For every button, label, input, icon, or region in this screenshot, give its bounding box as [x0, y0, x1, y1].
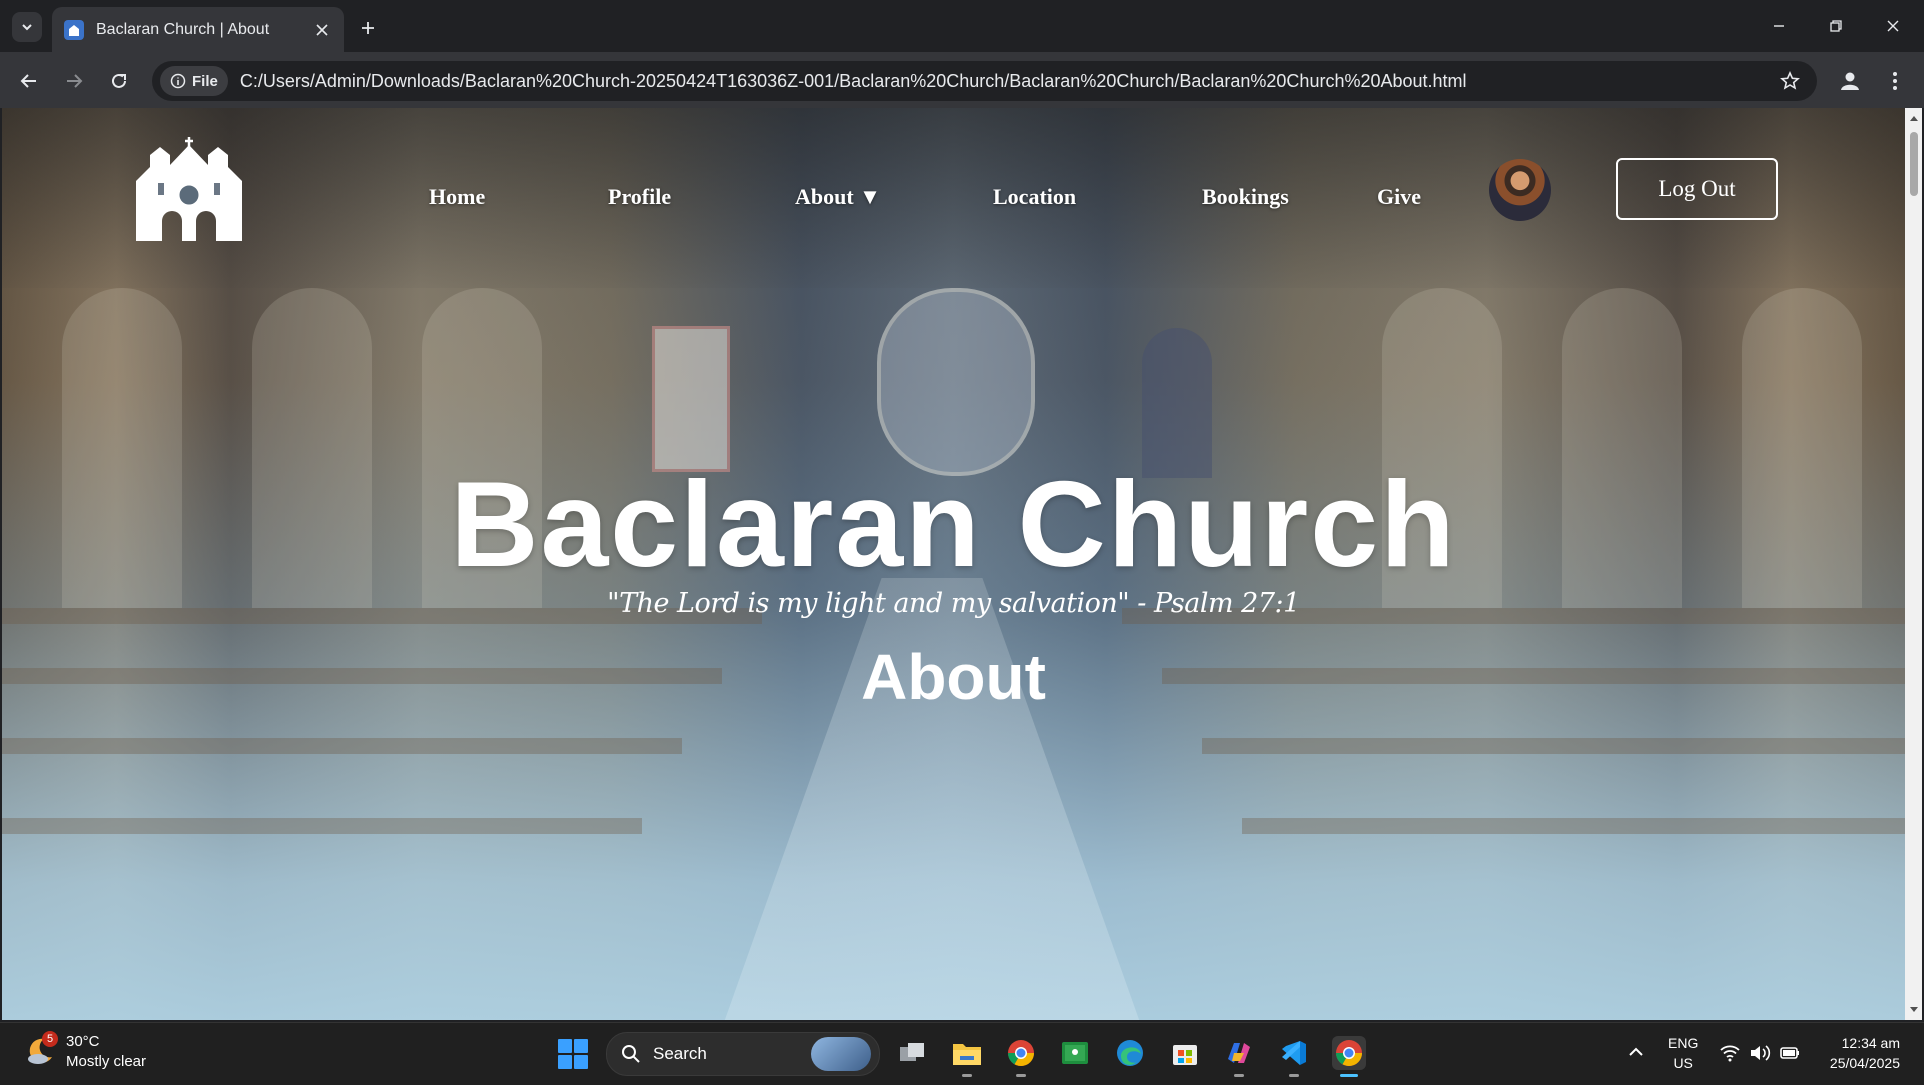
hero-subtitle: About — [861, 641, 1046, 713]
nav-profile[interactable]: Profile — [608, 184, 671, 210]
system-clock[interactable]: 12:34 am 25/04/2025 — [1810, 1033, 1900, 1073]
search-highlight-image — [811, 1037, 871, 1071]
nav-about-dropdown[interactable]: About ▼ — [795, 184, 881, 210]
hero-quote: "The Lord is my light and my salvation" … — [607, 588, 1300, 619]
nav-bookings[interactable]: Bookings — [1202, 184, 1289, 210]
wifi-icon[interactable] — [1719, 1042, 1741, 1064]
tab-title: Baclaran Church | About — [96, 20, 270, 38]
profile-icon — [1841, 72, 1859, 90]
windows-taskbar: 5 30°C Mostly clear Search ENG US 12:34 … — [0, 1022, 1924, 1085]
search-icon — [622, 1045, 640, 1063]
task-view-icon[interactable] — [895, 1036, 929, 1070]
restore-button[interactable] — [1820, 12, 1852, 40]
language-indicator[interactable]: ENG US — [1668, 1033, 1698, 1073]
hero-title: Baclaran Church — [450, 456, 1457, 592]
url-text[interactable]: C:/Users/Admin/Downloads/Baclaran%20Chur… — [240, 71, 1775, 92]
page-viewport: Home Profile About ▼ Location Bookings G… — [2, 108, 1905, 1020]
classroom-icon[interactable] — [1058, 1036, 1092, 1070]
bookmark-star-button[interactable] — [1775, 66, 1805, 96]
scroll-down-icon[interactable] — [1909, 1004, 1919, 1014]
tab-search-button[interactable] — [12, 12, 42, 42]
back-icon — [20, 74, 36, 88]
church-logo-icon — [136, 137, 242, 241]
edge-icon[interactable] — [1113, 1036, 1147, 1070]
browser-tabstrip: Baclaran Church | About — [0, 0, 1924, 52]
logout-button[interactable]: Log Out — [1616, 158, 1778, 220]
browser-tab-active[interactable]: Baclaran Church | About — [52, 7, 344, 52]
chrome-icon[interactable] — [1332, 1036, 1366, 1077]
weather-description: Mostly clear — [66, 1053, 147, 1070]
nav-give[interactable]: Give — [1377, 184, 1421, 210]
chrome-profile-icon[interactable] — [1004, 1036, 1038, 1077]
address-bar[interactable]: File C:/Users/Admin/Downloads/Baclaran%2… — [152, 61, 1817, 101]
language-code: ENG — [1668, 1035, 1699, 1051]
restore-icon — [1830, 20, 1842, 32]
forward-icon — [67, 74, 83, 88]
keyboard-region: US — [1673, 1055, 1693, 1071]
site-info-chip[interactable]: File — [160, 66, 228, 96]
info-icon — [170, 73, 186, 89]
chevron-up-icon[interactable] — [1626, 1042, 1646, 1062]
window-close-button[interactable] — [1877, 12, 1909, 40]
church-favicon-icon — [64, 19, 84, 40]
volume-icon[interactable] — [1749, 1042, 1771, 1064]
copilot-icon[interactable] — [1222, 1036, 1256, 1077]
forward-button[interactable] — [59, 66, 89, 96]
menu-icon — [1893, 72, 1897, 90]
star-icon — [1780, 71, 1800, 90]
vscode-icon[interactable] — [1277, 1036, 1311, 1077]
browser-toolbar: File C:/Users/Admin/Downloads/Baclaran%2… — [0, 52, 1924, 108]
user-avatar[interactable] — [1489, 159, 1551, 221]
browser-menu-button[interactable] — [1880, 66, 1910, 96]
plus-icon — [362, 22, 374, 34]
taskbar-search[interactable]: Search — [606, 1032, 880, 1076]
weather-badge: 5 — [42, 1031, 58, 1047]
minimize-button[interactable] — [1763, 12, 1795, 40]
page-scrollbar[interactable] — [1905, 108, 1922, 1020]
search-label: Search — [653, 1044, 707, 1063]
profile-button[interactable] — [1835, 66, 1865, 96]
store-icon[interactable] — [1168, 1036, 1202, 1070]
window-close-icon — [1887, 20, 1899, 32]
windows-start-icon[interactable] — [558, 1039, 588, 1069]
clock-date: 25/04/2025 — [1829, 1055, 1900, 1071]
scroll-thumb[interactable] — [1910, 132, 1918, 196]
close-icon[interactable] — [310, 18, 334, 42]
battery-icon[interactable] — [1779, 1042, 1801, 1064]
chevron-down-icon — [22, 24, 32, 31]
minimize-icon — [1774, 25, 1784, 27]
file-explorer-icon[interactable] — [950, 1036, 984, 1077]
new-tab-button[interactable] — [354, 14, 382, 42]
reload-icon — [112, 73, 126, 88]
reload-button[interactable] — [104, 66, 134, 96]
weather-temperature: 30°C — [66, 1033, 100, 1050]
clock-time: 12:34 am — [1841, 1035, 1900, 1051]
nav-home[interactable]: Home — [429, 184, 485, 210]
chip-label: File — [192, 72, 218, 90]
scroll-up-icon[interactable] — [1909, 114, 1919, 124]
nav-location[interactable]: Location — [993, 184, 1076, 210]
back-button[interactable] — [14, 66, 44, 96]
